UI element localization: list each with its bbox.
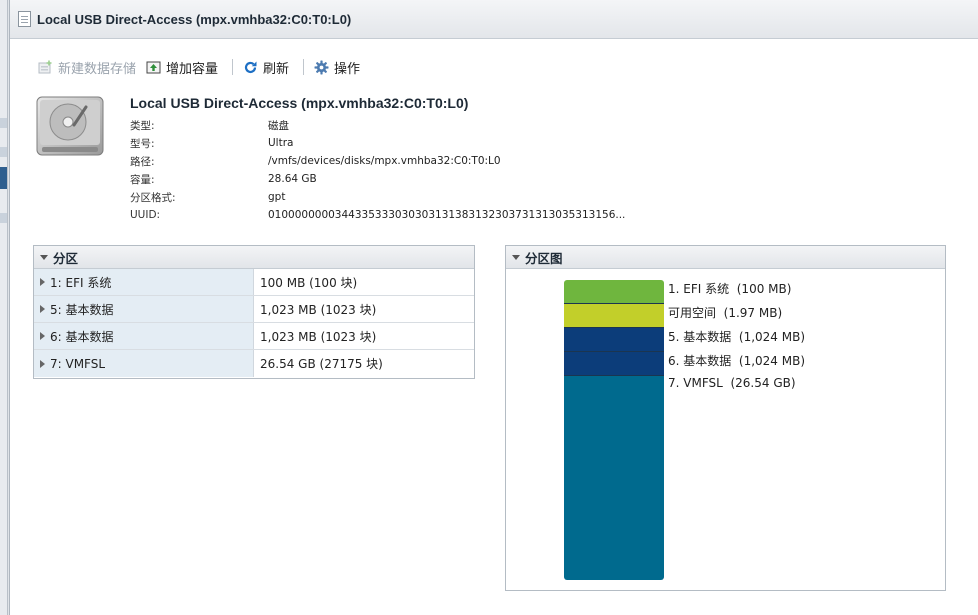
prop-value: 磁盘 [268, 119, 289, 132]
device-info: Local USB Direct-Access (mpx.vmhba32:C0:… [130, 95, 625, 224]
prop-row: UUID: 0100000000344335333030303131383132… [130, 206, 625, 224]
prop-label: 容量: [130, 173, 155, 186]
legend-size: (100 MB) [736, 282, 792, 296]
prop-row: 容量: 28.64 GB [130, 170, 625, 188]
legend-size: (26.54 GB) [730, 376, 796, 390]
refresh-button[interactable]: 刷新 [243, 58, 289, 77]
partition-segment-efi[interactable] [564, 280, 664, 304]
legend-item: 1. EFI 系统 (100 MB) [668, 280, 791, 297]
legend-size: (1.97 MB) [723, 306, 783, 320]
partition-size: 100 MB (100 块) [260, 275, 358, 290]
table-row[interactable]: 7: VMFSL 26.54 GB (27175 块) [34, 350, 474, 377]
prop-label: 路径: [130, 155, 155, 168]
partition-name: 6: 基本数据 [50, 329, 114, 344]
toolbar: 新建数据存储 增加容量 刷新 操作 [38, 56, 370, 78]
partitions-section: 分区 1: EFI 系统 100 MB (100 块) 5: 基本数据 1,02… [33, 245, 475, 379]
prop-row: 类型: 磁盘 [130, 116, 625, 134]
device-doc-icon [18, 11, 31, 27]
partition-segment-free[interactable] [564, 304, 664, 328]
toolbar-divider [303, 59, 305, 75]
partitions-header[interactable]: 分区 [34, 246, 474, 269]
legend-item: 可用空间 (1.97 MB) [668, 304, 782, 321]
partition-size: 1,023 MB (1023 块) [260, 302, 377, 317]
legend-size: (1,024 MB) [738, 330, 806, 344]
partition-bar [564, 280, 664, 580]
partition-name: 1: EFI 系统 [50, 275, 112, 290]
expand-icon[interactable] [40, 359, 45, 368]
increase-capacity-icon [146, 60, 161, 75]
left-pane-edge [0, 0, 8, 615]
legend-label: 5. 基本数据 [668, 330, 732, 344]
partition-map-title: 分区图 [525, 250, 563, 266]
hard-disk-icon [36, 95, 104, 157]
increase-capacity-label: 增加容量 [166, 61, 219, 77]
gear-icon [314, 60, 329, 75]
prop-row: 分区格式: gpt [130, 188, 625, 206]
prop-row: 型号: Ultra [130, 134, 625, 152]
refresh-label: 刷新 [263, 61, 290, 77]
legend-item: 6. 基本数据 (1,024 MB) [668, 352, 805, 369]
partition-map-header[interactable]: 分区图 [506, 246, 945, 269]
prop-label: 分区格式: [130, 191, 176, 204]
prop-value: gpt [268, 191, 286, 203]
prop-value: 0100000000344335333030303131383132303731… [268, 209, 626, 221]
legend-size: (1,024 MB) [738, 354, 806, 368]
legend-label: 可用空间 [668, 306, 717, 320]
left-pane-marker [0, 147, 7, 157]
actions-label: 操作 [334, 61, 361, 77]
partition-map-section: 分区图 1. EFI 系统 (100 MB) 可用空间 (1.97 MB) 5.… [505, 245, 946, 591]
partitions-title: 分区 [53, 250, 79, 266]
new-datastore-button[interactable]: 新建数据存储 [38, 58, 136, 77]
partition-segment-basic-6[interactable] [564, 352, 664, 376]
partition-size: 26.54 GB (27175 块) [260, 357, 383, 371]
prop-label: 型号: [130, 137, 155, 150]
prop-label: UUID: [130, 209, 161, 221]
prop-value: 28.64 GB [268, 173, 317, 185]
partition-size: 1,023 MB (1023 块) [260, 329, 377, 344]
toolbar-divider [232, 59, 234, 75]
table-row[interactable]: 6: 基本数据 1,023 MB (1023 块) [34, 323, 474, 350]
prop-value: /vmfs/devices/disks/mpx.vmhba32:C0:T0:L0 [268, 155, 501, 167]
prop-label: 类型: [130, 119, 155, 132]
legend-item: 7. VMFSL (26.54 GB) [668, 376, 796, 390]
expand-icon[interactable] [40, 278, 45, 286]
new-datastore-icon [38, 60, 53, 75]
refresh-icon [243, 60, 258, 75]
legend-label: 6. 基本数据 [668, 354, 732, 368]
collapse-icon [512, 254, 520, 260]
partition-name: 5: 基本数据 [50, 302, 114, 317]
new-datastore-label: 新建数据存储 [58, 61, 137, 77]
collapse-icon [40, 254, 48, 260]
actions-button[interactable]: 操作 [314, 58, 360, 77]
left-pane-marker [0, 213, 7, 223]
legend-item: 5. 基本数据 (1,024 MB) [668, 328, 805, 345]
prop-value: Ultra [268, 137, 294, 149]
expand-icon[interactable] [40, 305, 45, 313]
legend-label: 1. EFI 系统 [668, 282, 730, 296]
left-pane-marker [0, 118, 7, 128]
table-row[interactable]: 5: 基本数据 1,023 MB (1023 块) [34, 296, 474, 323]
legend-label: 7. VMFSL [668, 376, 723, 390]
device-name: Local USB Direct-Access (mpx.vmhba32:C0:… [130, 95, 469, 111]
table-row[interactable]: 1: EFI 系统 100 MB (100 块) [34, 269, 474, 296]
window-title: Local USB Direct-Access (mpx.vmhba32:C0:… [37, 11, 352, 27]
title-bar: Local USB Direct-Access (mpx.vmhba32:C0:… [10, 0, 978, 39]
increase-capacity-button[interactable]: 增加容量 [146, 58, 218, 77]
device-panel: Local USB Direct-Access (mpx.vmhba32:C0:… [9, 0, 978, 615]
prop-row: 路径: /vmfs/devices/disks/mpx.vmhba32:C0:T… [130, 152, 625, 170]
partition-segment-basic-5[interactable] [564, 328, 664, 352]
expand-icon[interactable] [40, 332, 45, 340]
partition-name: 7: VMFSL [50, 356, 106, 371]
partition-segment-vmfsl[interactable] [564, 376, 664, 580]
left-pane-selected-marker[interactable] [0, 167, 7, 189]
